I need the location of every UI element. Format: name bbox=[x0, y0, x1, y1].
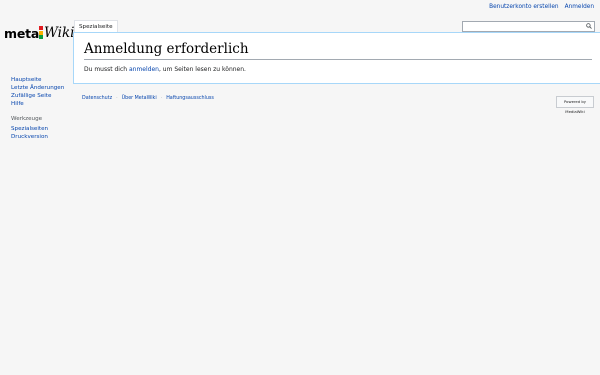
create-account-link[interactable]: Benutzerkonto erstellen bbox=[489, 4, 558, 10]
search-box bbox=[462, 21, 595, 41]
sidebar-navigation: Hauptseite Letzte Änderungen Zufällige S… bbox=[11, 76, 64, 108]
sidebar-tools: Werkzeuge Spezialseiten Druckversion bbox=[11, 115, 48, 141]
sidebar-item-help[interactable]: Hilfe bbox=[11, 100, 64, 108]
message-text-after: , um Seiten lesen zu können. bbox=[158, 66, 246, 73]
sidebar-item-special-pages[interactable]: Spezialseiten bbox=[11, 125, 48, 133]
footer-about-link[interactable]: Über MetaWiki bbox=[122, 96, 157, 101]
footer-separator: · bbox=[160, 96, 163, 101]
footer-separator: · bbox=[116, 96, 118, 101]
sidebar-item-recent-changes[interactable]: Letzte Änderungen bbox=[11, 84, 64, 92]
login-inline-link[interactable]: anmelden bbox=[129, 66, 159, 73]
sidebar-item-main-page[interactable]: Hauptseite bbox=[11, 76, 64, 84]
powered-by-mediawiki-badge[interactable]: Powered by MediaWiki bbox=[556, 96, 594, 114]
logo-text-meta: meta bbox=[4, 26, 40, 41]
title-divider bbox=[84, 59, 592, 60]
sidebar-item-print-version[interactable]: Druckversion bbox=[11, 133, 48, 141]
personal-tools: Benutzerkonto erstellen Anmelden bbox=[489, 4, 594, 10]
page-title: Anmeldung erforderlich bbox=[84, 41, 249, 57]
main-content: Anmeldung erforderlich Du musst dich anm… bbox=[73, 32, 600, 84]
sidebar-item-random-page[interactable]: Zufällige Seite bbox=[11, 92, 64, 100]
message-text-before: Du musst dich bbox=[84, 66, 129, 73]
logo-text-wiki: Wiki bbox=[44, 25, 75, 41]
login-link[interactable]: Anmelden bbox=[565, 4, 594, 10]
footer-links: Datenschutz · Über MetaWiki · Haftungsau… bbox=[82, 96, 214, 101]
login-required-message: Du musst dich anmelden, um Seiten lesen … bbox=[84, 66, 246, 73]
footer-privacy-link[interactable]: Datenschutz bbox=[82, 96, 112, 101]
footer-disclaimer-link[interactable]: Haftungsausschluss bbox=[166, 96, 214, 101]
search-icon[interactable] bbox=[586, 23, 592, 29]
tools-header: Werkzeuge bbox=[11, 116, 43, 122]
site-logo[interactable]: meta Wiki bbox=[4, 24, 74, 44]
